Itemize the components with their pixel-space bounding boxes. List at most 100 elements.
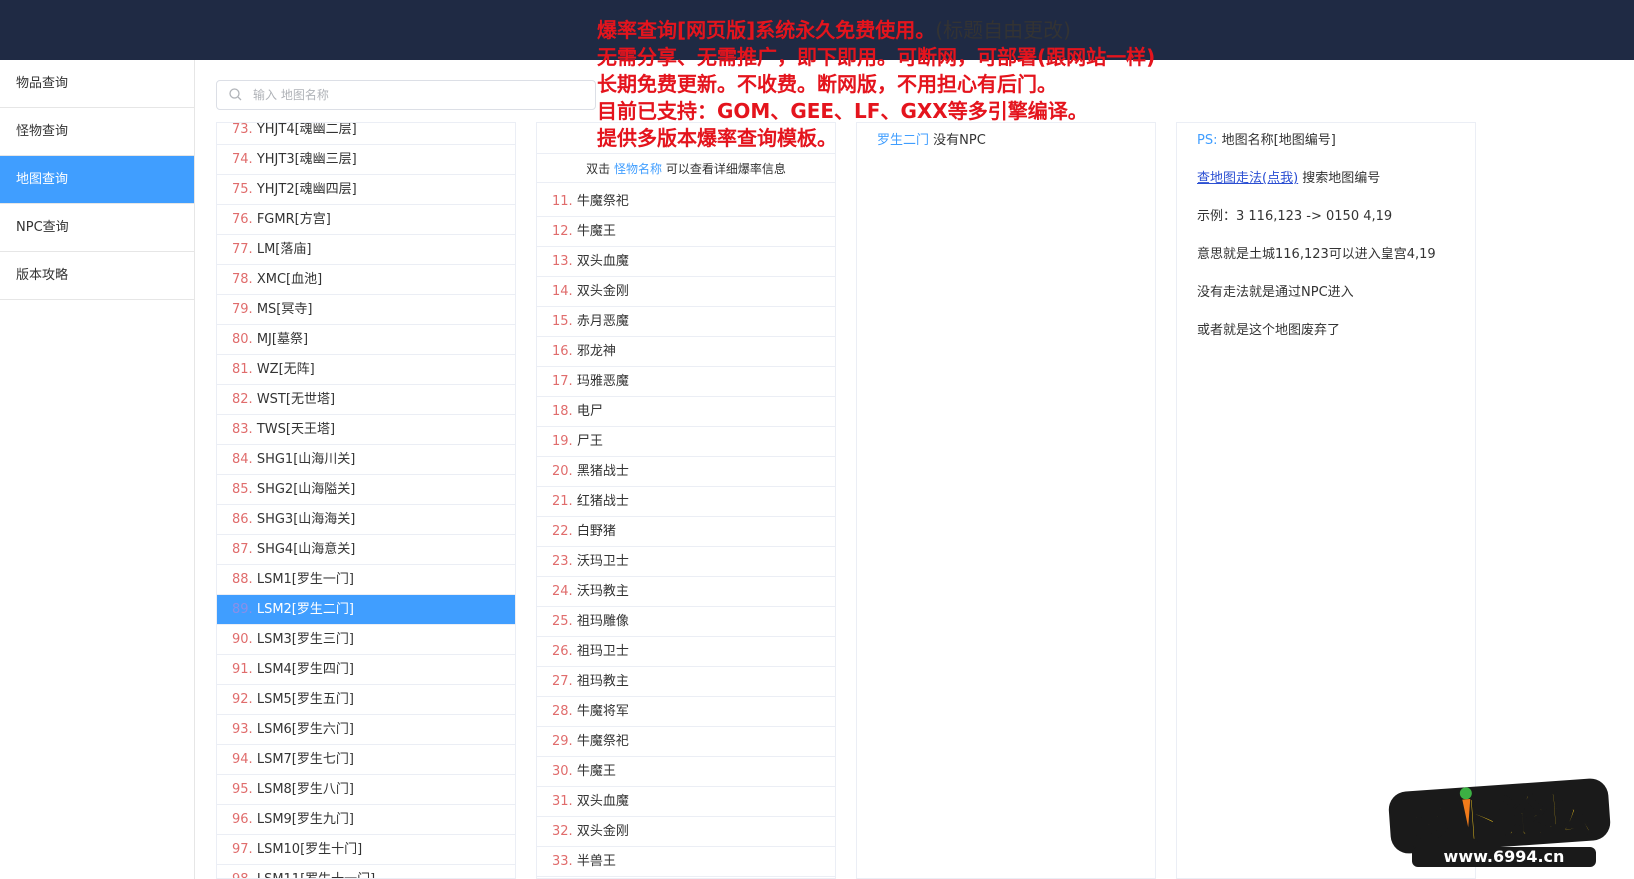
notice-text-block: 爆率查询[网页版]系统永久免费使用。(标题自由更改) 无需分享、无需推广，即下即… — [597, 17, 1155, 152]
npc-panel: 罗生二门 没有NPC — [856, 122, 1156, 879]
map-row[interactable]: 79. MS[冥寺] — [217, 295, 515, 325]
map-list-panel[interactable]: 73. YHJT4[魂幽二层] 74. YHJT3[魂幽三层] 75. YHJT2[… — [216, 122, 516, 879]
map-row[interactable]: 77. LM[落庙] — [217, 235, 515, 265]
map-row[interactable]: 94. LSM7[罗生七门] — [217, 745, 515, 775]
sidebar-item-npc-query[interactable]: NPC查询 — [0, 204, 194, 252]
sidebar-item-map-query[interactable]: 地图查询 — [0, 156, 194, 204]
map-row[interactable]: 78. XMC[血池] — [217, 265, 515, 295]
monster-row-index: 25. — [552, 614, 573, 629]
map-row[interactable]: 88. LSM1[罗生一门] — [217, 565, 515, 595]
monster-row[interactable]: 11. 牛魔祭祀 — [537, 187, 835, 217]
monster-row-name: 赤月恶魔 — [576, 314, 629, 329]
monster-row[interactable]: 30. 牛魔王 — [537, 757, 835, 787]
monster-row[interactable]: 27. 祖玛教主 — [537, 667, 835, 697]
svg-text:www.6994.cn: www.6994.cn — [1444, 847, 1565, 866]
map-row-name: FGMR[方宫] — [256, 212, 331, 227]
map-row-name: SHG2[山海隘关] — [256, 482, 356, 497]
monster-row-name: 双头血魔 — [576, 254, 629, 269]
map-row[interactable]: 97. LSM10[罗生十门] — [217, 835, 515, 865]
monster-row-name: 牛魔王 — [576, 224, 616, 239]
sidebar-item-item-query[interactable]: 物品查询 — [0, 60, 194, 108]
map-row-index: 86. — [232, 512, 253, 527]
monster-row[interactable]: 31. 双头血魔 — [537, 787, 835, 817]
map-row-index: 92. — [232, 692, 253, 707]
map-search-box — [216, 80, 596, 110]
map-row[interactable]: 86. SHG3[山海海关] — [217, 505, 515, 535]
map-row[interactable]: 75. YHJT2[魂幽四层] — [217, 175, 515, 205]
monster-row[interactable]: 13. 双头血魔 — [537, 247, 835, 277]
map-row-index: 95. — [232, 782, 253, 797]
monster-row-index: 27. — [552, 674, 573, 689]
map-row[interactable]: 93. LSM6[罗生六门] — [217, 715, 515, 745]
monster-row-name: 双头血魔 — [576, 794, 629, 809]
map-row[interactable]: 89. LSM2[罗生二门] — [217, 595, 515, 625]
monster-row[interactable]: 17. 玛雅恶魔 — [537, 367, 835, 397]
map-row[interactable]: 82. WST[无世塔] — [217, 385, 515, 415]
no-walk-line: 没有走法就是通过NPC进入 — [1197, 285, 1354, 300]
monster-row[interactable]: 19. 尸王 — [537, 427, 835, 457]
monster-row[interactable]: 14. 双头金刚 — [537, 277, 835, 307]
map-row[interactable]: 85. SHG2[山海隘关] — [217, 475, 515, 505]
map-row[interactable]: 74. YHJT3[魂幽三层] — [217, 145, 515, 175]
sidebar-item-version-guide[interactable]: 版本攻略 — [0, 252, 194, 300]
monster-row[interactable]: 12. 牛魔王 — [537, 217, 835, 247]
monster-row[interactable]: 23. 沃玛卫士 — [537, 547, 835, 577]
monster-row[interactable]: 32. 双头金刚 — [537, 817, 835, 847]
monster-row[interactable]: 20. 黑猪战士 — [537, 457, 835, 487]
map-row[interactable]: 84. SHG1[山海川关] — [217, 445, 515, 475]
map-row-index: 93. — [232, 722, 253, 737]
map-row[interactable]: 87. SHG4[山海意关] — [217, 535, 515, 565]
monster-row[interactable]: 29. 牛魔祭祀 — [537, 727, 835, 757]
monster-row-index: 28. — [552, 704, 573, 719]
monster-row-name: 红猪战士 — [576, 494, 629, 509]
map-search-input[interactable] — [251, 87, 575, 103]
monster-row[interactable]: 21. 红猪战士 — [537, 487, 835, 517]
map-row[interactable]: 73. YHJT4[魂幽二层] — [217, 123, 515, 145]
monster-row[interactable]: 24. 沃玛教主 — [537, 577, 835, 607]
monster-row-name: 祖玛卫士 — [576, 644, 629, 659]
map-row[interactable]: 91. LSM4[罗生四门] — [217, 655, 515, 685]
monster-row[interactable]: 25. 祖玛雕像 — [537, 607, 835, 637]
monster-row[interactable]: 16. 邪龙神 — [537, 337, 835, 367]
map-row-name: YHJT2[魂幽四层] — [256, 182, 357, 197]
map-row[interactable]: 80. MJ[墓祭] — [217, 325, 515, 355]
monster-name-link[interactable]: 怪物名称 — [614, 162, 662, 176]
map-row-index: 78. — [232, 272, 253, 287]
map-row-name: WST[无世塔] — [256, 392, 336, 407]
map-row[interactable]: 90. LSM3[罗生三门] — [217, 625, 515, 655]
monster-row-name: 白野猪 — [576, 524, 616, 539]
monster-row[interactable]: 22. 白野猪 — [537, 517, 835, 547]
map-row[interactable]: 96. LSM9[罗生九门] — [217, 805, 515, 835]
map-list: 73. YHJT4[魂幽二层] 74. YHJT3[魂幽三层] 75. YHJT2[… — [217, 123, 515, 878]
map-row[interactable]: 92. LSM5[罗生五门] — [217, 685, 515, 715]
map-row-index: 87. — [232, 542, 253, 557]
map-row-index: 90. — [232, 632, 253, 647]
monster-row[interactable]: 33. 半兽王 — [537, 847, 835, 877]
monster-row[interactable]: 15. 赤月恶魔 — [537, 307, 835, 337]
monster-list[interactable]: 11. 牛魔祭祀 12. 牛魔王 13. 双头血魔 14. 双头金刚 15. 赤月恶魔 1… — [537, 187, 835, 877]
monster-row-index: 26. — [552, 644, 573, 659]
map-row-name: LSM10[罗生十门] — [256, 842, 363, 857]
monster-row[interactable]: 28. 牛魔将军 — [537, 697, 835, 727]
monster-row-name: 牛魔祭祀 — [576, 734, 629, 749]
map-row[interactable]: 76. FGMR[方宫] — [217, 205, 515, 235]
sidebar-item-monster-query[interactable]: 怪物查询 — [0, 108, 194, 156]
monster-row-name: 牛魔祭祀 — [576, 194, 629, 209]
map-row[interactable]: 98. LSM11[罗生十一门] — [217, 865, 515, 878]
monster-row-index: 18. — [552, 404, 573, 419]
monster-hint: 双击 怪物名称 可以查看详细爆率信息 — [537, 153, 835, 183]
map-row[interactable]: 81. WZ[无阵] — [217, 355, 515, 385]
monster-row-name: 祖玛雕像 — [576, 614, 629, 629]
map-row-name: LSM8[罗生八门] — [256, 782, 354, 797]
monster-row-index: 11. — [552, 194, 573, 209]
meaning-line: 意思就是土城116,123可以进入皇宫4,19 — [1197, 247, 1436, 262]
monster-row-index: 19. — [552, 434, 573, 449]
map-row[interactable]: 95. LSM8[罗生八门] — [217, 775, 515, 805]
monster-row[interactable]: 26. 祖玛卫士 — [537, 637, 835, 667]
abandoned-line: 或者就是这个地图废弃了 — [1197, 323, 1341, 338]
map-row[interactable]: 83. TWS[天王塔] — [217, 415, 515, 445]
ps-line: PS: 地图名称[地图编号] — [1197, 133, 1336, 148]
monster-row-index: 30. — [552, 764, 573, 779]
monster-row[interactable]: 18. 电尸 — [537, 397, 835, 427]
walk-route-link[interactable]: 查地图走法(点我) — [1197, 171, 1298, 186]
